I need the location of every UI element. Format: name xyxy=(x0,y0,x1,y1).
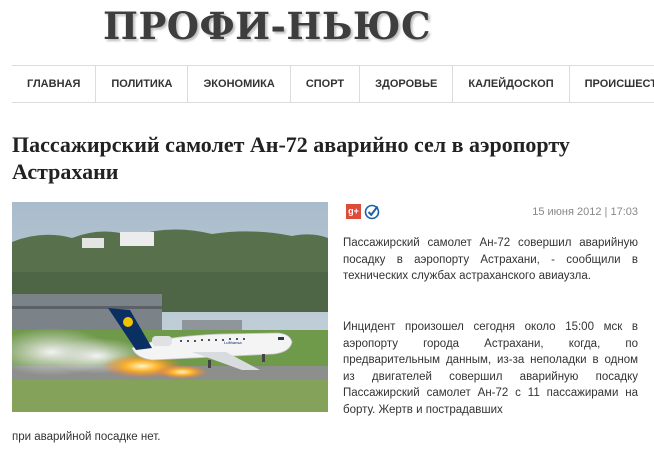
google-plus-icon[interactable]: g+ xyxy=(346,204,361,219)
airline-logo xyxy=(123,317,133,327)
landing-gear xyxy=(262,354,265,362)
distant-building xyxy=(120,232,154,246)
nav-item-kaleidoscope[interactable]: КАЛЕЙДОСКОП xyxy=(452,66,568,102)
site-logo[interactable]: ПРОФИ-НЬЮС xyxy=(103,4,431,48)
nav-item-health[interactable]: ЗДОРОВЬЕ xyxy=(359,66,452,102)
rear-engine xyxy=(152,336,172,346)
article-date: 15 июня 2012 | 17:03 xyxy=(532,206,638,218)
distant-building xyxy=(82,238,104,248)
nav-item-politics[interactable]: ПОЛИТИКА xyxy=(95,66,187,102)
article-photo: Lufthansa xyxy=(12,202,328,412)
grass-foreground xyxy=(12,378,328,412)
terminal-building xyxy=(12,294,162,332)
main-nav: ГЛАВНАЯ ПОЛИТИКА ЭКОНОМИКА СПОРТ ЗДОРОВЬ… xyxy=(12,65,654,103)
article-paragraph: Инцидент произошел сегодня около 15:00 м… xyxy=(343,321,638,416)
article-paragraph-tail: при аварийной посадке нет. xyxy=(12,431,161,443)
article-title: Пассажирский самолет Ан-72 аварийно сел … xyxy=(12,132,570,184)
nav-item-incidents[interactable]: ПРОИСШЕСТВИЯ xyxy=(568,66,654,102)
nav-item-sport[interactable]: СПОРТ xyxy=(289,66,359,102)
nav-item-economy[interactable]: ЭКОНОМИКА xyxy=(187,66,289,102)
article-paragraph: Пассажирский самолет Ан-72 совершил авар… xyxy=(343,237,638,282)
livery-text: Lufthansa xyxy=(224,340,242,345)
check-icon[interactable] xyxy=(364,204,380,220)
share-buttons: g+ xyxy=(346,204,380,220)
nav-item-home[interactable]: ГЛАВНАЯ xyxy=(12,66,95,102)
